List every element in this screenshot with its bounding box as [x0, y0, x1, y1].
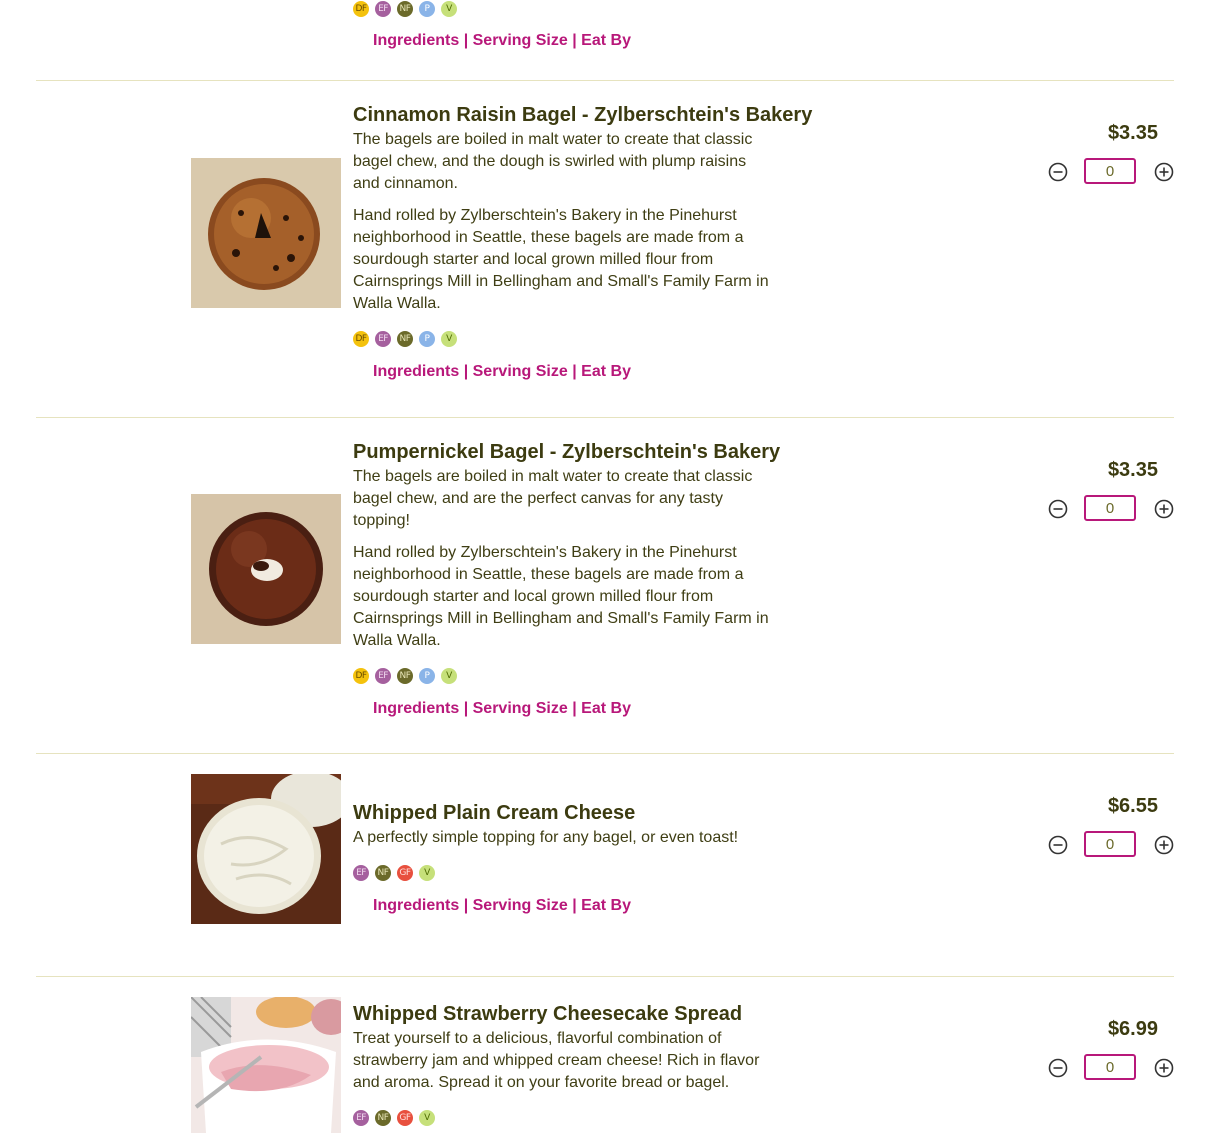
product-price: $3.35: [1107, 459, 1158, 481]
product-info: Whipped Plain Cream Cheese A perfectly s…: [353, 799, 773, 917]
diet-badge-v-icon[interactable]: V: [419, 865, 435, 881]
cream-cheese-photo: [191, 774, 341, 924]
quantity-input[interactable]: [1084, 495, 1136, 521]
link-separator: |: [572, 363, 577, 380]
link-separator: |: [463, 700, 469, 717]
diet-badge-gf-icon[interactable]: GF: [397, 1110, 413, 1126]
minus-circle-icon[interactable]: [1048, 499, 1068, 519]
serving-size-link[interactable]: Serving Size: [473, 363, 568, 380]
diet-badge-nf-icon[interactable]: NF: [375, 865, 391, 881]
product-image[interactable]: [191, 997, 341, 1133]
diet-badge-ef-icon[interactable]: EF: [375, 331, 391, 347]
minus-circle-icon[interactable]: [1048, 1058, 1068, 1078]
link-separator: |: [463, 32, 469, 49]
minus-circle-icon[interactable]: [1048, 835, 1068, 855]
pumpernickel-bagel-photo: [191, 494, 341, 644]
product-info: Pumpernickel Bagel - Zylberschtein's Bak…: [353, 438, 780, 720]
eat-by-link[interactable]: Eat By: [581, 363, 631, 380]
diet-badge-p-icon[interactable]: P: [419, 331, 435, 347]
link-separator: |: [572, 32, 577, 49]
diet-badge-nf-icon[interactable]: NF: [397, 668, 413, 684]
row-divider: [36, 417, 1174, 418]
product-links: Ingredients | Serving Size | Eat By: [353, 361, 773, 383]
diet-badge-nf-icon[interactable]: NF: [397, 1, 413, 17]
diet-badge-v-icon[interactable]: V: [441, 1, 457, 17]
link-separator: |: [572, 700, 577, 717]
eat-by-link[interactable]: Eat By: [581, 32, 631, 49]
diet-badge-ef-icon[interactable]: EF: [375, 668, 391, 684]
diet-badge-p-icon[interactable]: P: [419, 668, 435, 684]
ingredients-link[interactable]: Ingredients: [373, 363, 459, 380]
diet-badge-df-icon[interactable]: DF: [353, 1, 369, 17]
serving-size-link[interactable]: Serving Size: [473, 700, 568, 717]
product-image[interactable]: [191, 494, 341, 644]
diet-badge-gf-icon[interactable]: GF: [397, 865, 413, 881]
diet-badge-v-icon[interactable]: V: [419, 1110, 435, 1126]
product-title[interactable]: Whipped Strawberry Cheesecake Spread: [353, 1000, 773, 1028]
quantity-stepper: [1048, 495, 1174, 525]
diet-badge-df-icon[interactable]: DF: [353, 668, 369, 684]
product-links: Ingredients | Serving Size | Eat By: [353, 30, 773, 52]
diet-badge-v-icon[interactable]: V: [441, 331, 457, 347]
plus-circle-icon[interactable]: [1154, 1058, 1174, 1078]
row-divider: [36, 753, 1174, 754]
diet-badge-v-icon[interactable]: V: [441, 668, 457, 684]
quantity-stepper: [1048, 1054, 1174, 1084]
product-description: The bagels are boiled in malt water to c…: [353, 468, 753, 529]
product-title[interactable]: Pumpernickel Bagel - Zylberschtein's Bak…: [353, 438, 780, 466]
diet-badge-nf-icon[interactable]: NF: [375, 1110, 391, 1126]
diet-badges: DF EF NF P V: [353, 331, 773, 347]
diet-badges: DF EF NF P V: [353, 1, 773, 17]
diet-badge-nf-icon[interactable]: NF: [397, 331, 413, 347]
serving-size-link[interactable]: Serving Size: [473, 32, 568, 49]
product-image[interactable]: [191, 774, 341, 924]
diet-badge-p-icon[interactable]: P: [419, 1, 435, 17]
product-description: Hand rolled by Zylberschtein's Bakery in…: [353, 544, 769, 649]
link-separator: |: [463, 363, 469, 380]
plus-circle-icon[interactable]: [1154, 835, 1174, 855]
diet-badges: EF NF GF V: [353, 1110, 773, 1126]
plus-circle-icon[interactable]: [1154, 162, 1174, 182]
eat-by-link[interactable]: Eat By: [581, 897, 631, 914]
product-description: A perfectly simple topping for any bagel…: [353, 829, 739, 846]
product-links: Ingredients | Serving Size | Eat By: [353, 698, 773, 720]
diet-badge-ef-icon[interactable]: EF: [375, 1, 391, 17]
quantity-input[interactable]: [1084, 158, 1136, 184]
link-separator: |: [572, 897, 577, 914]
eat-by-link[interactable]: Eat By: [581, 700, 631, 717]
product-links: Ingredients | Serving Size | Eat By: [353, 895, 773, 917]
product-price: $3.35: [1107, 122, 1158, 144]
product-title[interactable]: Cinnamon Raisin Bagel - Zylberschtein's …: [353, 101, 812, 129]
diet-badges: DF EF NF P V: [353, 668, 773, 684]
diet-badge-df-icon[interactable]: DF: [353, 331, 369, 347]
ingredients-link[interactable]: Ingredients: [373, 897, 459, 914]
ingredients-link[interactable]: Ingredients: [373, 700, 459, 717]
plus-circle-icon[interactable]: [1154, 499, 1174, 519]
row-divider: [36, 976, 1174, 977]
link-separator: |: [463, 897, 469, 914]
diet-badges: EF NF GF V: [353, 865, 773, 881]
row-divider: [36, 80, 1174, 81]
quantity-stepper: [1048, 158, 1174, 188]
product-image[interactable]: [191, 158, 341, 308]
product-info: Cinnamon Raisin Bagel - Zylberschtein's …: [353, 101, 812, 383]
partial-product-info: DF EF NF P V Ingredients | Serving Size | Ea…: [353, 0, 773, 52]
serving-size-link[interactable]: Serving Size: [473, 897, 568, 914]
product-info: Whipped Strawberry Cheesecake Spread Tre…: [353, 1000, 773, 1126]
product-title[interactable]: Whipped Plain Cream Cheese: [353, 799, 773, 827]
minus-circle-icon[interactable]: [1048, 162, 1068, 182]
cinnamon-raisin-bagel-photo: [191, 158, 341, 308]
quantity-stepper: [1048, 831, 1174, 861]
diet-badge-ef-icon[interactable]: EF: [353, 1110, 369, 1126]
ingredients-link[interactable]: Ingredients: [373, 32, 459, 49]
quantity-input[interactable]: [1084, 1054, 1136, 1080]
diet-badge-ef-icon[interactable]: EF: [353, 865, 369, 881]
quantity-input[interactable]: [1084, 831, 1136, 857]
product-description: Treat yourself to a delicious, flavorful…: [353, 1030, 760, 1091]
product-price: $6.99: [1107, 1018, 1158, 1040]
product-price: $6.55: [1107, 795, 1158, 817]
product-description: Hand rolled by Zylberschtein's Bakery in…: [353, 207, 769, 312]
product-description: The bagels are boiled in malt water to c…: [353, 131, 753, 192]
strawberry-spread-photo: [191, 997, 341, 1133]
